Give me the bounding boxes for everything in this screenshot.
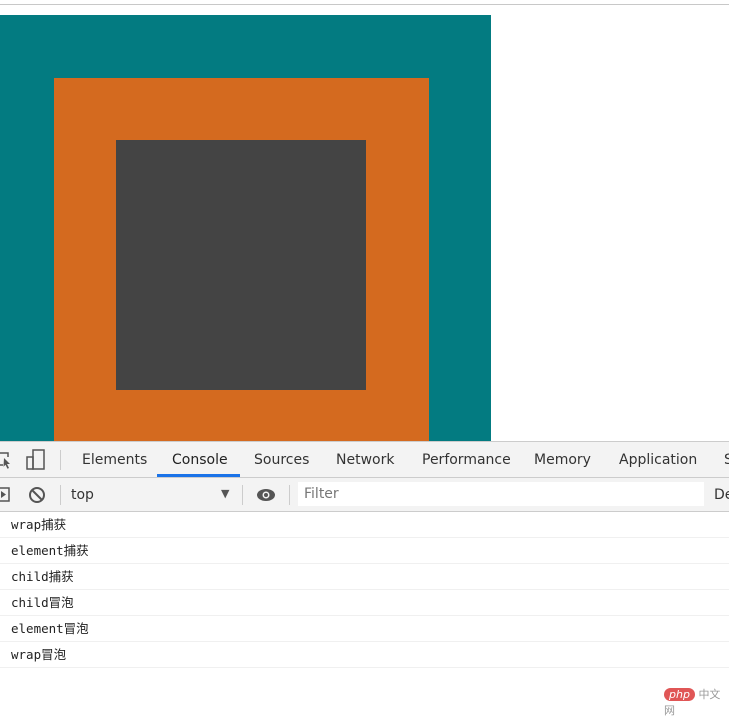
log-message: child捕获 bbox=[0, 564, 729, 590]
divider bbox=[242, 485, 243, 505]
clear-console-icon[interactable] bbox=[28, 486, 46, 504]
sidebar-toggle-icon[interactable] bbox=[0, 487, 11, 503]
active-tab-indicator bbox=[157, 474, 240, 477]
log-message: wrap冒泡 bbox=[0, 642, 729, 668]
context-selector[interactable]: top bbox=[71, 487, 94, 503]
tab-network[interactable]: Network bbox=[336, 452, 394, 468]
chevron-down-icon[interactable]: ▼ bbox=[221, 487, 229, 500]
log-message: wrap捕获 bbox=[0, 512, 729, 538]
tab-elements[interactable]: Elements bbox=[82, 452, 147, 468]
divider bbox=[60, 450, 61, 470]
inspect-element-icon[interactable] bbox=[0, 451, 12, 469]
eye-icon[interactable] bbox=[256, 488, 276, 502]
log-levels-dropdown[interactable]: De bbox=[714, 487, 729, 503]
console-log: wrap捕获 element捕获 child捕获 child冒泡 element… bbox=[0, 512, 729, 668]
tab-console[interactable]: Console bbox=[172, 452, 228, 468]
tab-application[interactable]: Application bbox=[619, 452, 697, 468]
tab-sources[interactable]: Sources bbox=[254, 452, 309, 468]
divider bbox=[60, 485, 61, 505]
filter-placeholder: Filter bbox=[304, 486, 339, 502]
log-message: child冒泡 bbox=[0, 590, 729, 616]
divider bbox=[289, 485, 290, 505]
tab-performance[interactable]: Performance bbox=[422, 452, 511, 468]
device-toolbar-icon[interactable] bbox=[26, 449, 46, 471]
element-box[interactable] bbox=[54, 78, 429, 441]
tab-memory[interactable]: Memory bbox=[534, 452, 591, 468]
log-message: element冒泡 bbox=[0, 616, 729, 642]
watermark-logo: php bbox=[664, 688, 695, 701]
filter-input[interactable]: Filter bbox=[298, 482, 704, 506]
tab-security[interactable]: S bbox=[724, 452, 729, 468]
wrap-box[interactable] bbox=[0, 15, 491, 441]
watermark: php 中文网 bbox=[664, 686, 729, 718]
child-box[interactable] bbox=[116, 140, 366, 390]
devtools-tab-bar: Elements Console Sources Network Perform… bbox=[0, 441, 729, 478]
log-message: element捕获 bbox=[0, 538, 729, 564]
top-divider bbox=[0, 4, 729, 5]
console-toolbar: top ▼ Filter De bbox=[0, 478, 729, 512]
devtools-panel: Elements Console Sources Network Perform… bbox=[0, 441, 729, 704]
